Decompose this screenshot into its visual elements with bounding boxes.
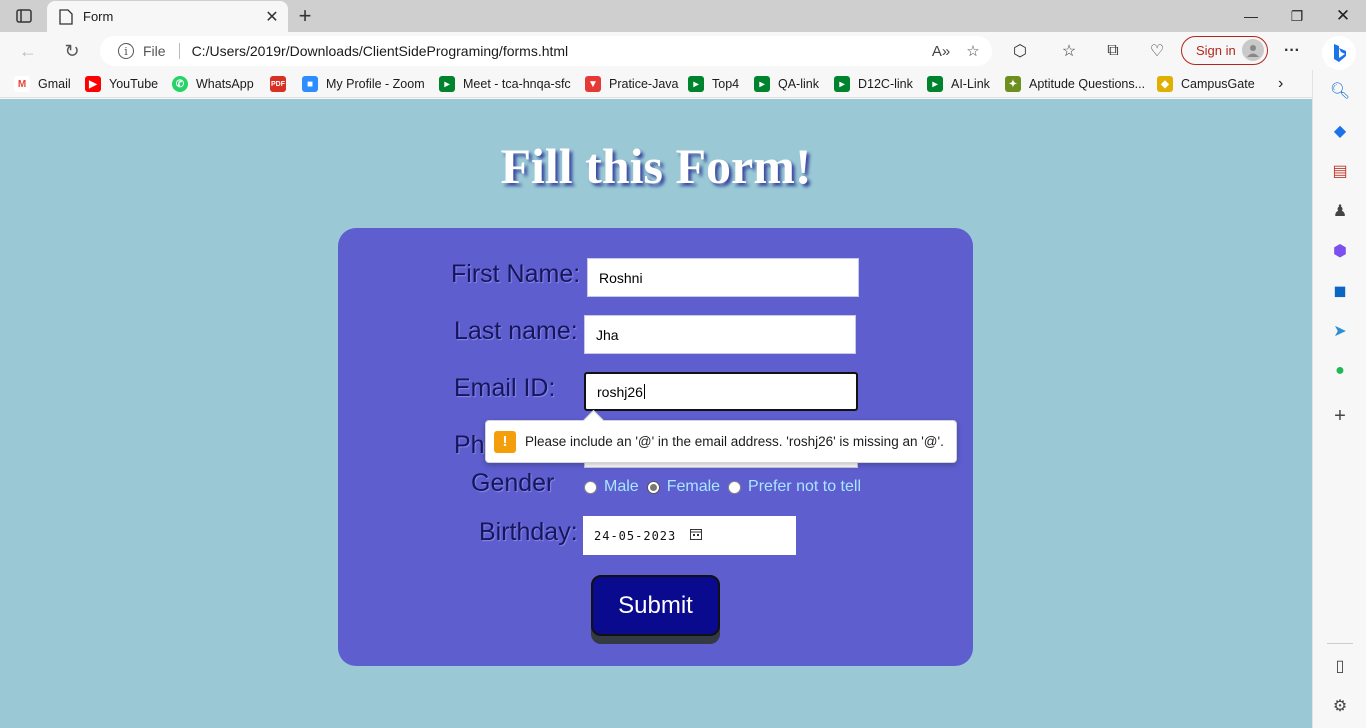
first-name-label: First Name: xyxy=(451,260,581,288)
new-tab-button[interactable]: + xyxy=(293,3,317,28)
page-title: Fill this Form! xyxy=(500,138,812,194)
close-tab-icon[interactable]: ✕ xyxy=(260,5,284,29)
url-text[interactable]: C:/Users/2019r/Downloads/ClientSideProgr… xyxy=(192,43,928,59)
bookmark-youtube[interactable]: ▶ YouTube xyxy=(85,75,158,93)
tools-icon[interactable]: ▤ xyxy=(1327,158,1353,184)
pdf-icon: PDF xyxy=(270,76,286,92)
text-caret xyxy=(643,384,645,399)
restore-button[interactable]: ❐ xyxy=(1274,0,1320,32)
email-value: roshj26 xyxy=(597,383,643,400)
whatsapp-icon: ✆ xyxy=(172,76,188,92)
read-aloud-icon[interactable]: A» xyxy=(928,38,954,64)
favorites-icon[interactable]: ☆ xyxy=(1055,37,1083,65)
copilot-icon[interactable] xyxy=(1322,36,1356,70)
gender-radio-male[interactable] xyxy=(584,480,597,494)
bookmarks-bar: M Gmail ▶ YouTube ✆ WhatsApp PDF ■ My Profil… xyxy=(0,70,1312,98)
tab-form[interactable]: Form ✕ xyxy=(47,1,288,32)
sign-in-button[interactable]: Sign in xyxy=(1181,36,1268,65)
bookmark-qa-link[interactable]: ▸ QA-link xyxy=(754,75,819,93)
birthday-value: 24-05-2023 xyxy=(594,528,677,543)
bookmark-meet[interactable]: ▸ Meet - tca-hnqa-sfc xyxy=(439,75,571,93)
page-icon xyxy=(59,8,73,25)
tab-title: Form xyxy=(83,9,114,24)
more-menu-icon[interactable]: ··· xyxy=(1278,37,1306,65)
divider xyxy=(178,43,180,59)
bookmark-campusgate[interactable]: ◆ CampusGate xyxy=(1157,75,1255,93)
youtube-icon: ▶ xyxy=(85,76,101,92)
validation-message: Please include an '@' in the email addre… xyxy=(525,434,944,449)
page-viewport: Fill this Form! First Name: Roshni Last … xyxy=(0,99,1312,728)
gender-option-male: Male xyxy=(604,478,639,495)
collections-icon[interactable]: ⧉ xyxy=(1099,37,1127,65)
spotify-icon[interactable]: ● xyxy=(1327,358,1353,384)
tab-actions-icon xyxy=(16,9,32,23)
bookmark-zoom[interactable]: ■ My Profile - Zoom xyxy=(302,75,425,93)
gender-radio-prefer-not[interactable] xyxy=(728,480,742,494)
bookmark-aptitude[interactable]: ✦ Aptitude Questions... xyxy=(1005,75,1145,93)
avatar-icon xyxy=(1242,39,1264,61)
bookmark-top4[interactable]: ▸ Top4 xyxy=(688,75,739,93)
bookmarks-overflow-icon[interactable]: › xyxy=(1278,75,1283,93)
campusgate-icon: ◆ xyxy=(1157,76,1173,92)
workspaces-button[interactable] xyxy=(10,7,38,25)
browser-essentials-icon[interactable]: ♡ xyxy=(1143,37,1171,65)
navigation-bar: ← ↻ i File C:/Users/2019r/Downloads/Clie… xyxy=(0,32,1366,70)
divider xyxy=(1327,643,1353,644)
extensions-icon[interactable]: ⬡ xyxy=(1006,37,1034,65)
minimize-button[interactable]: — xyxy=(1228,0,1274,32)
gender-label: Gender xyxy=(471,469,555,497)
hide-sidebar-icon[interactable]: ▯ xyxy=(1327,653,1353,679)
bookmark-whatsapp[interactable]: ✆ WhatsApp xyxy=(172,75,254,93)
phone-label: Ph xyxy=(454,431,485,459)
send-icon[interactable]: ➤ xyxy=(1327,318,1353,344)
back-button[interactable]: ← xyxy=(14,37,42,65)
info-icon[interactable]: i xyxy=(118,43,134,59)
birthday-label: Birthday: xyxy=(479,518,578,546)
first-name-input[interactable]: Roshni xyxy=(587,258,859,297)
bookmark-pdf[interactable]: PDF xyxy=(270,75,294,93)
tab-strip: Form ✕ + — ❐ ✕ xyxy=(0,0,1366,32)
java-icon: ▼ xyxy=(585,76,601,92)
warning-icon: ! xyxy=(494,430,516,453)
calendar-icon[interactable] xyxy=(690,528,703,543)
gender-radio-female[interactable] xyxy=(646,480,660,494)
address-bar[interactable]: i File C:/Users/2019r/Downloads/ClientSi… xyxy=(100,36,992,66)
bookmark-gmail[interactable]: M Gmail xyxy=(14,75,71,93)
meet-icon: ▸ xyxy=(439,76,455,92)
bookmark-ai-link[interactable]: ▸ AI-Link xyxy=(927,75,990,93)
birthday-date-input[interactable]: 24-05-2023 xyxy=(583,516,796,555)
sign-in-label: Sign in xyxy=(1196,43,1236,58)
bookmark-d12c-link[interactable]: ▸ D12C-link xyxy=(834,75,913,93)
search-icon[interactable]: 🔍︎ xyxy=(1327,78,1353,104)
submit-label: Submit xyxy=(591,575,720,636)
gender-radio-group: Male Female Prefer not to tell xyxy=(584,477,861,497)
meet-icon: ▸ xyxy=(754,76,770,92)
url-scheme: File xyxy=(143,43,166,59)
settings-gear-icon[interactable]: ⚙ xyxy=(1327,693,1353,719)
gender-option-female: Female xyxy=(666,478,721,495)
games-icon[interactable]: ♟ xyxy=(1327,198,1353,224)
gender-option-prefer-not: Prefer not to tell xyxy=(748,478,861,495)
submit-button[interactable]: Submit xyxy=(591,575,720,644)
add-icon[interactable]: + xyxy=(1327,403,1353,429)
last-name-label: Last name: xyxy=(454,317,578,345)
meet-icon: ▸ xyxy=(688,76,704,92)
email-input[interactable]: roshj26 xyxy=(584,372,858,411)
favorite-star-icon[interactable]: ☆ xyxy=(960,38,986,64)
aptitude-icon: ✦ xyxy=(1005,76,1021,92)
gmail-icon: M xyxy=(14,76,30,92)
bookmark-pratice-java[interactable]: ▼ Pratice-Java xyxy=(585,75,678,93)
close-window-button[interactable]: ✕ xyxy=(1320,0,1366,32)
microsoft365-icon[interactable]: ⬢ xyxy=(1327,238,1353,264)
edge-sidebar: 🔍︎ ◆ ▤ ♟ ⬢ ◼ ➤ ● + ▯ ⚙ xyxy=(1312,70,1366,728)
email-label: Email ID: xyxy=(454,374,556,402)
zoom-icon: ■ xyxy=(302,76,318,92)
outlook-icon[interactable]: ◼ xyxy=(1327,278,1353,304)
meet-icon: ▸ xyxy=(927,76,943,92)
shopping-icon[interactable]: ◆ xyxy=(1327,118,1353,144)
validation-tooltip: ! Please include an '@' in the email add… xyxy=(485,420,957,463)
last-name-input[interactable]: Jha xyxy=(584,315,856,354)
meet-icon: ▸ xyxy=(834,76,850,92)
refresh-button[interactable]: ↻ xyxy=(58,37,86,65)
